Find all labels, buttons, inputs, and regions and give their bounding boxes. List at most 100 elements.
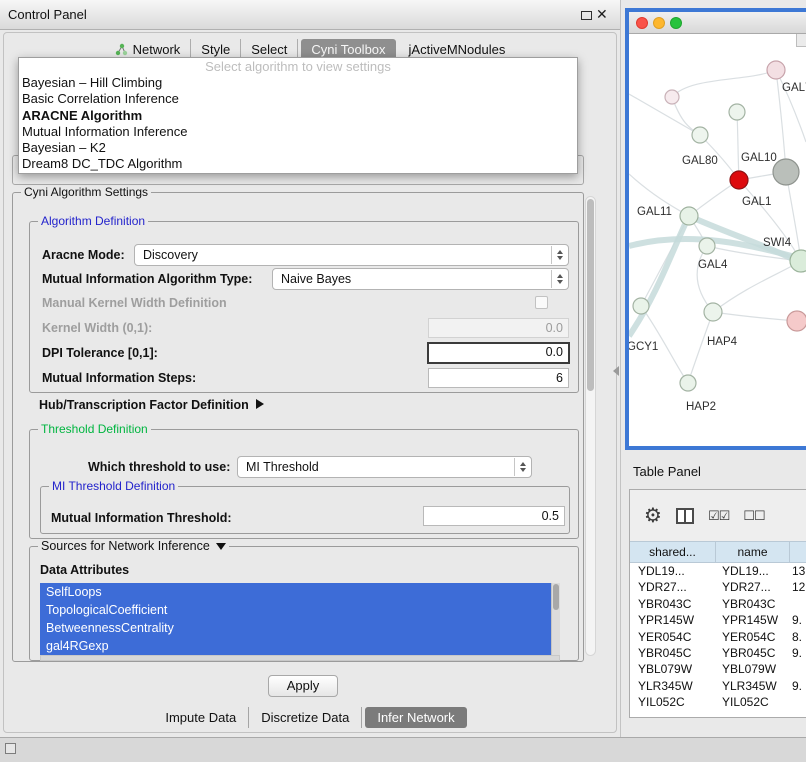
combo-stepper-icon (551, 246, 567, 264)
hub-definition-label: Hub/Transcription Factor Definition (39, 398, 249, 412)
network-view-window: GAL7GAL80GAL10GAL11GAL1SWI4GAL4GCY1HAP4H… (625, 8, 806, 450)
table-row[interactable]: YER054CYER054C8. (630, 629, 806, 645)
network-canvas[interactable]: GAL7GAL80GAL10GAL11GAL1SWI4GAL4GCY1HAP4H… (629, 34, 806, 446)
network-node[interactable] (767, 61, 785, 79)
hub-definition-toggle[interactable]: Hub/Transcription Factor Definition (39, 398, 264, 412)
table-body: YDL19...YDL19...13YDR27...YDR27...12YBR0… (630, 563, 806, 717)
table-row[interactable]: YDL19...YDL19...13 (630, 563, 806, 579)
table-cell (790, 596, 806, 612)
apply-button[interactable]: Apply (268, 675, 338, 697)
network-window-titlebar[interactable] (629, 12, 806, 34)
network-node[interactable] (704, 303, 722, 321)
network-node[interactable] (730, 171, 748, 189)
list-horizontal-scrollbar[interactable] (40, 655, 560, 661)
network-edge (737, 112, 739, 180)
deselect-all-icon[interactable]: ☐☐ (743, 508, 764, 524)
tab-label: jActiveMNodules (409, 42, 506, 57)
table-cell: YBL079W (630, 661, 716, 677)
table-row[interactable]: YBL079WYBL079W (630, 661, 806, 677)
collapsed-panel-icon[interactable] (5, 743, 16, 754)
panel-splitter-handle[interactable] (613, 366, 619, 376)
group-title: Threshold Definition (38, 422, 151, 436)
threshold-definition-group: Threshold Definition Which threshold to … (29, 429, 579, 539)
table-header-row: shared... name (630, 541, 806, 563)
algorithm-option[interactable]: Bayesian – K2 (19, 140, 577, 156)
float-window-icon[interactable] (581, 11, 592, 20)
manual-kernel-checkbox[interactable] (535, 296, 548, 309)
minimize-traffic-light-icon[interactable] (653, 17, 665, 29)
network-edge (629, 94, 700, 135)
network-edge (713, 312, 797, 321)
table-cell: YBR043C (630, 596, 716, 612)
network-node[interactable] (680, 375, 696, 391)
algorithm-option[interactable]: Mutual Information Inference (19, 124, 577, 140)
table-cell (790, 694, 806, 710)
node-label: GAL11 (637, 206, 672, 218)
network-node[interactable] (699, 238, 715, 254)
sources-toggle[interactable]: Sources for Network Inference (38, 539, 229, 553)
attribute-list-item[interactable]: TopologicalCoefficient (40, 601, 560, 619)
network-node[interactable] (680, 207, 698, 225)
column-header-shared-name[interactable]: shared... (630, 542, 716, 562)
attribute-list-item[interactable]: BetweennessCentrality (40, 619, 560, 637)
table-row[interactable]: YPR145WYPR145W9. (630, 612, 806, 628)
table-row[interactable]: YBR045CYBR045C9. (630, 645, 806, 661)
columns-icon[interactable] (676, 508, 694, 524)
list-scrollbar[interactable] (551, 583, 560, 655)
column-header-partial[interactable] (790, 542, 806, 562)
aracne-mode-combo[interactable]: Discovery (134, 244, 569, 266)
tab-infer-network[interactable]: Infer Network (365, 707, 466, 728)
node-label: GAL10 (741, 152, 777, 164)
dpi-tolerance-label: DPI Tolerance [0,1]: (42, 346, 158, 360)
group-title: Algorithm Definition (38, 214, 148, 228)
control-panel-title: Control Panel (8, 0, 87, 30)
combo-value: Discovery (143, 248, 198, 262)
network-graph: GAL7GAL80GAL10GAL11GAL1SWI4GAL4GCY1HAP4H… (629, 34, 806, 446)
scrollbar-thumb[interactable] (587, 199, 594, 391)
kernel-width-field[interactable]: 0.0 (428, 318, 569, 338)
table-row[interactable]: YIL052CYIL052C (630, 694, 806, 710)
network-node[interactable] (790, 250, 806, 272)
network-node[interactable] (729, 104, 745, 120)
table-cell: 9. (790, 678, 806, 694)
zoom-traffic-light-icon[interactable] (670, 17, 682, 29)
close-traffic-light-icon[interactable] (636, 17, 648, 29)
algorithm-option[interactable]: Basic Correlation Inference (19, 91, 577, 107)
table-cell: YER054C (716, 629, 790, 645)
table-cell: YDR27... (630, 579, 716, 595)
network-node[interactable] (633, 298, 649, 314)
mi-threshold-field[interactable]: 0.5 (423, 506, 565, 526)
network-node[interactable] (665, 90, 679, 104)
table-row[interactable]: YBR043CYBR043C (630, 596, 806, 612)
table-cell: YDL19... (630, 563, 716, 579)
node-label: HAP4 (707, 336, 738, 348)
table-row[interactable]: YLR345WYLR345W9. (630, 678, 806, 694)
network-node[interactable] (692, 127, 708, 143)
settings-scrollbar[interactable] (585, 196, 596, 656)
dpi-tolerance-field[interactable]: 0.0 (427, 342, 570, 364)
close-icon[interactable]: ✕ (596, 6, 608, 23)
combo-stepper-icon (551, 270, 567, 288)
which-threshold-combo[interactable]: MI Threshold (237, 456, 532, 478)
mi-type-combo[interactable]: Naive Bayes (272, 268, 569, 290)
select-all-icon[interactable]: ☑☑ (708, 508, 729, 524)
tab-discretize-data[interactable]: Discretize Data (249, 707, 362, 728)
column-header-name[interactable]: name (716, 542, 790, 562)
algorithm-dropdown-popup: Select algorithm to view settings Bayesi… (18, 57, 578, 174)
algorithm-option[interactable]: Bayesian – Hill Climbing (19, 75, 577, 91)
network-node[interactable] (787, 311, 806, 331)
algorithm-option[interactable]: Dream8 DC_TDC Algorithm (19, 156, 577, 172)
table-row[interactable]: YDR27...YDR27...12 (630, 579, 806, 595)
table-toolbar: ⚙ ☑☑ ☐☐ (630, 490, 806, 541)
network-node[interactable] (773, 159, 799, 185)
attribute-list-item[interactable]: SelfLoops (40, 583, 560, 601)
bottom-tabbar: Impute Data Discretize Data Infer Networ… (0, 707, 620, 728)
attribute-list-item[interactable]: gal4RGexp (40, 637, 560, 655)
tab-impute-data[interactable]: Impute Data (153, 707, 249, 728)
mi-steps-field[interactable]: 6 (428, 368, 569, 388)
algorithm-option[interactable]: ARACNE Algorithm (19, 108, 577, 124)
scrollbar-thumb[interactable] (553, 584, 559, 610)
gear-icon[interactable]: ⚙ (644, 506, 662, 526)
tab-label: Cyni Toolbox (311, 42, 385, 57)
data-attributes-list[interactable]: SelfLoopsTopologicalCoefficientBetweenne… (40, 583, 560, 655)
